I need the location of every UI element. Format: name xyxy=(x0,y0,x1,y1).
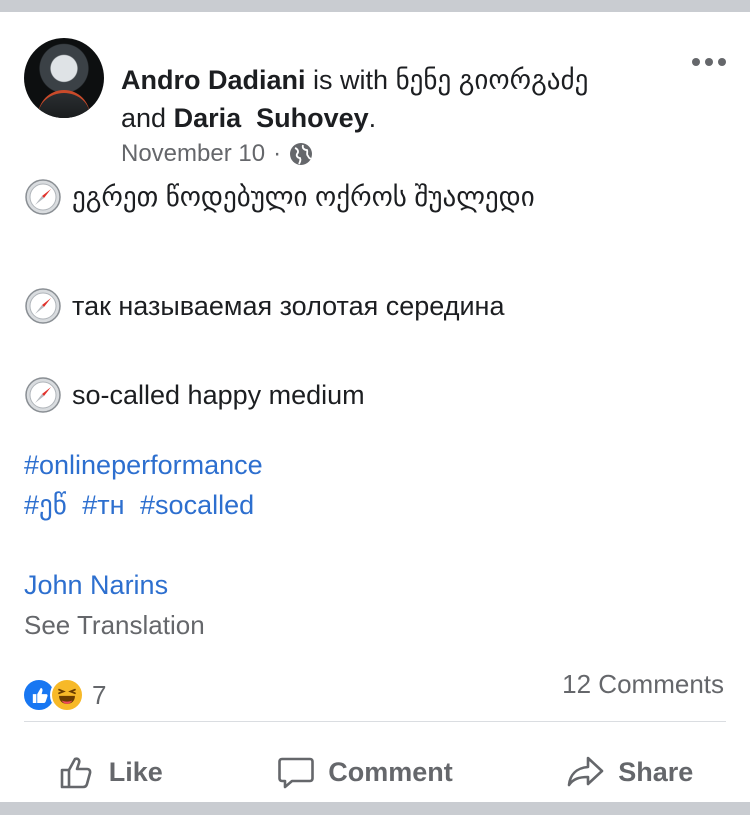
with-text: is with xyxy=(313,65,389,95)
like-label: Like xyxy=(108,756,163,787)
like-button[interactable]: Like xyxy=(57,752,163,792)
hashtag-link[interactable]: #onlineperformance xyxy=(24,450,263,480)
action-divider xyxy=(24,721,726,722)
meta-separator: · xyxy=(273,140,282,167)
hashtag-row-2: #ეწ #тн #socalled xyxy=(24,490,262,521)
haha-reaction-icon xyxy=(50,678,84,712)
hashtag-link[interactable]: #ეწ xyxy=(24,490,67,520)
header-period: . xyxy=(368,103,377,133)
thumbs-up-icon xyxy=(60,757,92,789)
compass-icon xyxy=(25,288,61,324)
share-arrow-icon xyxy=(567,756,604,787)
comment-button[interactable]: Comment xyxy=(276,752,453,792)
globe-icon xyxy=(290,143,313,165)
post-header: Andro Dadiani is with ნენე გიორგაძე and … xyxy=(121,61,681,137)
tagged-person-2[interactable]: Daria Suhovey xyxy=(174,103,369,133)
hashtag-link[interactable]: #socalled xyxy=(140,490,254,520)
comment-bubble-icon xyxy=(278,757,315,789)
more-options-icon[interactable] xyxy=(692,56,726,68)
post-line-text: so-called happy medium xyxy=(72,379,365,410)
post-line-text: так называемая золотая середина xyxy=(72,290,505,321)
post-line-english: so-called happy medium xyxy=(24,376,365,414)
post-date[interactable]: November 10 xyxy=(121,140,265,168)
author-name[interactable]: Andro Dadiani xyxy=(121,65,306,95)
mention-link[interactable]: John Narins xyxy=(24,570,168,601)
action-bar: Like Comment Share xyxy=(0,740,750,804)
post-card: Andro Dadiani is with ნენე გიორგაძე and … xyxy=(0,12,750,802)
reactions-summary[interactable]: 7 xyxy=(22,678,106,712)
share-button[interactable]: Share xyxy=(566,752,693,792)
post-line-text: ეგრეთ წოდებული ოქროს შუალედი xyxy=(72,181,535,212)
see-translation-link[interactable]: See Translation xyxy=(24,610,205,641)
tagged-person-1[interactable]: ნენე გიორგაძე xyxy=(396,65,589,95)
post-line-georgian: ეგრეთ წოდებული ოქროს შუალედი xyxy=(24,178,535,216)
share-label: Share xyxy=(618,756,694,787)
post-meta: November 10 · xyxy=(121,140,313,168)
comment-label: Comment xyxy=(328,756,453,787)
compass-icon xyxy=(25,179,61,215)
compass-icon xyxy=(25,377,61,413)
reaction-count: 7 xyxy=(92,679,107,710)
comments-count-link[interactable]: 12 Comments xyxy=(562,669,724,700)
hashtag-link[interactable]: #тн xyxy=(82,490,124,520)
author-avatar[interactable] xyxy=(24,38,104,118)
and-text: and xyxy=(121,103,167,133)
hashtag-row-1: #onlineperformance xyxy=(24,450,271,481)
post-line-russian: так называемая золотая середина xyxy=(24,287,504,325)
avatar-figure xyxy=(38,90,90,118)
